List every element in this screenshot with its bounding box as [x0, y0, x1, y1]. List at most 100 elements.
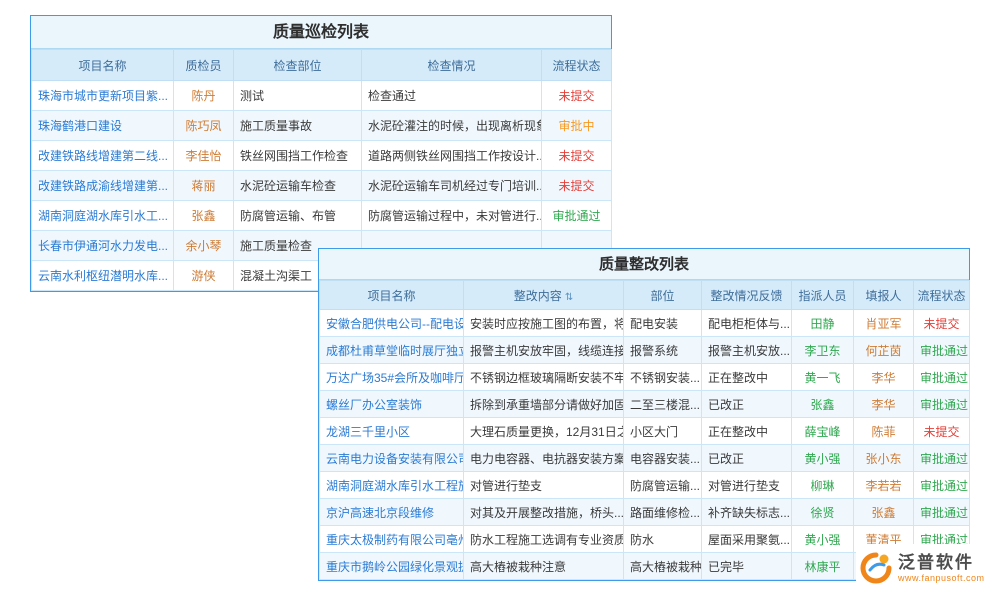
table-row[interactable]: 安徽合肥供电公司--配电设备...安装时应按施工图的布置，将...配电安装配电柜…: [320, 310, 970, 337]
part-cell: 路面维修检...: [624, 499, 702, 526]
inspector-cell: 张鑫: [174, 201, 234, 231]
project-name-cell[interactable]: 改建铁路线增建第二线...: [32, 141, 174, 171]
column-header-feedback: 整改情况反馈: [702, 281, 792, 310]
project-name-cell[interactable]: 龙湖三千里小区: [320, 418, 464, 445]
project-name-cell[interactable]: 长春市伊通河水力发电...: [32, 231, 174, 261]
table-row[interactable]: 湖南洞庭湖水库引水工程施工...对管进行垫支防腐管运输...对管进行垫支柳琳李若…: [320, 472, 970, 499]
page: 质量巡检列表 项目名称质检员检查部位检查情况流程状态 珠海市城市更新项目紫...…: [0, 0, 1000, 600]
part-cell: 高大樁被栽种: [624, 553, 702, 580]
part-cell: 配电安装: [624, 310, 702, 337]
table-row[interactable]: 螺丝厂办公室装饰拆除到承重墙部分请做好加固...二至三楼混...已改正张鑫李华审…: [320, 391, 970, 418]
inspector-cell: 李佳怡: [174, 141, 234, 171]
column-header-project-name: 项目名称: [320, 281, 464, 310]
feedback-cell: 正在整改中: [702, 418, 792, 445]
rectify-content-cell: 对管进行垫支: [464, 472, 624, 499]
reporter-cell: 张鑫: [854, 499, 914, 526]
column-header-label: 整改情况反馈: [710, 289, 782, 303]
project-name-cell[interactable]: 云南电力设备安装有限公司20...: [320, 445, 464, 472]
rectify-list-title: 质量整改列表: [319, 249, 969, 280]
table-row[interactable]: 改建铁路成渝线增建第...蒋丽水泥砼运输车检查水泥砼运输车司机经过专门培训...…: [32, 171, 612, 201]
table-row[interactable]: 改建铁路线增建第二线...李佳怡铁丝网围挡工作检查道路两侧铁丝网围挡工作按设计.…: [32, 141, 612, 171]
table-row[interactable]: 万达广场35#会所及咖啡厅空...不锈钢边框玻璃隔断安装不牢...不锈钢安装..…: [320, 364, 970, 391]
column-header-label: 填报人: [865, 289, 901, 303]
rectify-table-body: 安徽合肥供电公司--配电设备...安装时应按施工图的布置，将...配电安装配电柜…: [320, 310, 970, 580]
part-cell: 不锈钢安装...: [624, 364, 702, 391]
status-cell: 未提交: [914, 310, 970, 337]
inspection-part-cell: 铁丝网围挡工作检查: [234, 141, 362, 171]
rectify-table: 项目名称整改内容⇅部位整改情况反馈指派人员填报人流程状态 安徽合肥供电公司--配…: [319, 280, 970, 580]
feedback-cell: 报警主机安放...: [702, 337, 792, 364]
inspection-part-cell: 测试: [234, 81, 362, 111]
inspector-cell: 蒋丽: [174, 171, 234, 201]
table-row[interactable]: 珠海鹤港口建设陈巧凤施工质量事故水泥砼灌注的时候，出现离析现象审批中: [32, 111, 612, 141]
column-header-inspector: 质检员: [174, 50, 234, 81]
column-header-status: 流程状态: [542, 50, 612, 81]
project-name-cell[interactable]: 湖南洞庭湖水库引水工程施工...: [320, 472, 464, 499]
column-header-label: 部位: [650, 289, 674, 303]
project-name-cell[interactable]: 重庆市鹅岭公园绿化景观提升...: [320, 553, 464, 580]
reporter-cell: 肖亚军: [854, 310, 914, 337]
table-row[interactable]: 云南电力设备安装有限公司20...电力电容器、电抗器安装方案,...电容器安装.…: [320, 445, 970, 472]
project-name-cell[interactable]: 安徽合肥供电公司--配电设备...: [320, 310, 464, 337]
inspector-cell: 陈丹: [174, 81, 234, 111]
project-name-cell[interactable]: 云南水利枢纽潜明水库...: [32, 261, 174, 291]
status-cell: 未提交: [542, 81, 612, 111]
column-header-inspection-part: 检查部位: [234, 50, 362, 81]
brand-url[interactable]: www.fanpusoft.com: [898, 573, 985, 583]
project-name-cell[interactable]: 重庆太极制药有限公司亳州中...: [320, 526, 464, 553]
column-header-label: 检查情况: [427, 59, 475, 73]
project-name-cell[interactable]: 改建铁路成渝线增建第...: [32, 171, 174, 201]
column-header-label: 检查部位: [273, 59, 321, 73]
sort-icon[interactable]: ⇅: [565, 292, 573, 303]
reporter-cell: 李华: [854, 364, 914, 391]
column-header-label: 质检员: [185, 59, 221, 73]
assignee-cell: 李卫东: [792, 337, 854, 364]
table-row[interactable]: 珠海市城市更新项目紫...陈丹测试检查通过未提交: [32, 81, 612, 111]
project-name-cell[interactable]: 珠海鹤港口建设: [32, 111, 174, 141]
column-header-project-name: 项目名称: [32, 50, 174, 81]
status-cell: 审批通过: [542, 201, 612, 231]
rectify-content-cell: 不锈钢边框玻璃隔断安装不牢...: [464, 364, 624, 391]
table-row[interactable]: 京沪高速北京段维修对其及开展整改措施，桥头...路面维修检...补齐缺失标志..…: [320, 499, 970, 526]
assignee-cell: 黄一飞: [792, 364, 854, 391]
inspection-detail-cell: 道路两侧铁丝网围挡工作按设计...: [362, 141, 542, 171]
watermark-logo: 泛普软件 www.fanpusoft.com: [856, 544, 998, 592]
table-row[interactable]: 湖南洞庭湖水库引水工...张鑫防腐管运输、布管防腐管运输过程中，未对管进行...…: [32, 201, 612, 231]
column-header-label: 流程状态: [552, 59, 600, 73]
table-row[interactable]: 龙湖三千里小区大理石质量更换，12月31日之...小区大门正在整改中薛宝峰陈菲未…: [320, 418, 970, 445]
reporter-cell: 张小东: [854, 445, 914, 472]
assignee-cell: 徐贤: [792, 499, 854, 526]
part-cell: 二至三楼混...: [624, 391, 702, 418]
fanpu-logo-icon: [860, 552, 892, 584]
feedback-cell: 已完毕: [702, 553, 792, 580]
project-name-cell[interactable]: 珠海市城市更新项目紫...: [32, 81, 174, 111]
project-name-cell[interactable]: 螺丝厂办公室装饰: [320, 391, 464, 418]
inspection-list-title: 质量巡检列表: [31, 16, 611, 49]
inspection-header-row: 项目名称质检员 检查部位 检查情况 流程状态: [32, 50, 612, 81]
inspector-cell: 游侠: [174, 261, 234, 291]
project-name-cell[interactable]: 万达广场35#会所及咖啡厅空...: [320, 364, 464, 391]
table-row[interactable]: 成都杜甫草堂临时展厅独立展...报警主机安放牢固，线缆连接...报警系统报警主机…: [320, 337, 970, 364]
rectify-content-cell: 电力电容器、电抗器安装方案,...: [464, 445, 624, 472]
column-header-part: 部位: [624, 281, 702, 310]
column-header-label: 指派人员: [798, 289, 846, 303]
status-cell: 审批通过: [914, 391, 970, 418]
part-cell: 报警系统: [624, 337, 702, 364]
inspection-detail-cell: 检查通过: [362, 81, 542, 111]
project-name-cell[interactable]: 京沪高速北京段维修: [320, 499, 464, 526]
logo-text-block: 泛普软件 www.fanpusoft.com: [898, 553, 985, 583]
rectify-content-cell: 安装时应按施工图的布置，将...: [464, 310, 624, 337]
status-cell: 审批通过: [914, 499, 970, 526]
feedback-cell: 配电柜柜体与...: [702, 310, 792, 337]
rectify-content-cell: 报警主机安放牢固，线缆连接...: [464, 337, 624, 364]
feedback-cell: 屋面采用聚氨...: [702, 526, 792, 553]
rectify-content-cell: 防水工程施工选调有专业资质...: [464, 526, 624, 553]
status-cell: 审批通过: [914, 337, 970, 364]
inspection-part-cell: 施工质量事故: [234, 111, 362, 141]
status-cell: 未提交: [542, 171, 612, 201]
project-name-cell[interactable]: 湖南洞庭湖水库引水工...: [32, 201, 174, 231]
column-header-rectify-content[interactable]: 整改内容⇅: [464, 281, 624, 310]
project-name-cell[interactable]: 成都杜甫草堂临时展厅独立展...: [320, 337, 464, 364]
status-cell: 审批通过: [914, 472, 970, 499]
reporter-cell: 陈菲: [854, 418, 914, 445]
